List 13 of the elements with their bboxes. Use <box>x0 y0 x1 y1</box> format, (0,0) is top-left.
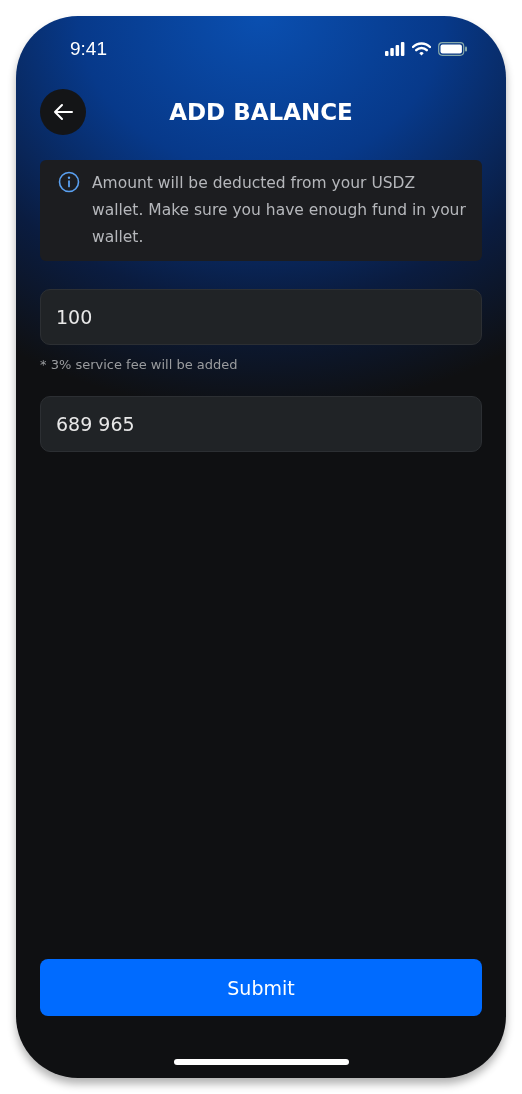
fee-note: * 3% service fee will be added <box>40 357 238 372</box>
info-message: Amount will be deducted from your USDZ wallet. Make sure you have enough fund in your wallet. <box>92 173 466 248</box>
amount-input[interactable]: 689 965 <box>40 396 482 452</box>
back-button[interactable] <box>40 89 86 135</box>
submit-button[interactable]: Submit <box>40 959 482 1016</box>
amount-input[interactable]: 100 <box>40 289 482 345</box>
status-time: 9:41 <box>70 38 107 60</box>
screen-title: ADD BALANCE <box>169 99 353 125</box>
wifi-icon <box>412 42 431 56</box>
info-icon <box>58 171 80 193</box>
battery-icon <box>438 42 468 56</box>
arrow-left-icon <box>52 103 74 121</box>
signal-icon <box>385 42 405 56</box>
